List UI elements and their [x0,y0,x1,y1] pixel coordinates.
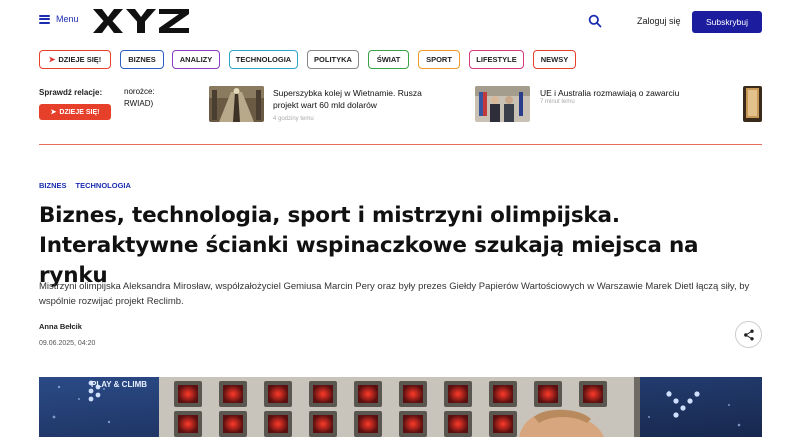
pill-newsy[interactable]: NEWSY [533,50,576,69]
share-icon [743,329,754,340]
pill-sport[interactable]: SPORT [418,50,460,69]
hero-sign-text: PLAY & CLIMB [91,380,147,389]
ticker-cut-line: RWIAD) [124,99,154,108]
breadcrumb-item[interactable]: BIZNES [39,181,67,190]
news-title-line: projekt wart 60 mld dolarów [273,100,377,110]
ticker-cut-item[interactable]: norożce: RWIAD) [124,86,194,110]
news-title[interactable]: UE i Australia rozmawiają o zawarciu [540,87,700,97]
news-time: 7 minut temu [540,99,575,105]
article-hero-image: PLAY & CLIMB [39,377,762,437]
ticker-cut-line: norożce: [124,87,155,96]
pill-analizy[interactable]: ANALIZY [172,50,220,69]
article-title-line: Biznes, technologia, sport i mistrzyni o… [39,203,620,228]
pill-dzieje-sie[interactable]: ➤ DZIEJE SIĘ! [39,50,111,69]
share-button[interactable] [735,321,762,348]
pill-biznes[interactable]: BIZNES [120,50,164,69]
site-header: Menu Zaloguj się Subskrybuj [0,0,800,44]
pill-swiat[interactable]: ŚWIAT [368,50,409,69]
pill-polityka[interactable]: POLITYKA [307,50,359,69]
news-title-line: UE i Australia rozmawiają o zawarciu [540,88,680,97]
news-thumbnail[interactable] [743,86,762,122]
menu-label: Menu [56,14,79,24]
section-divider [39,144,762,145]
arrow-right-icon: ➤ [50,109,57,116]
search-icon[interactable] [588,14,602,28]
site-logo[interactable] [93,9,189,33]
pill-label: DZIEJE SIĘ! [58,55,102,64]
news-time: 4 godziny temu [273,116,314,122]
article-date: 09.06.2025, 04:20 [39,340,96,347]
article-title: Biznes, technologia, sport i mistrzyni o… [39,201,769,291]
news-title[interactable]: Superszybka kolej w Wietnamie. Rusza pro… [273,87,422,111]
relations-button[interactable]: ➤ DZIEJE SIĘ! [39,104,111,120]
menu-button[interactable]: Menu [39,14,79,24]
news-title-line: Superszybka kolej w Wietnamie. Rusza [273,88,422,98]
article-author[interactable]: Anna Bełcik [39,322,82,331]
breadcrumb-item[interactable]: TECHNOLOGIA [76,181,131,190]
relations-button-label: DZIEJE SIĘ! [59,108,100,116]
relations-label: Sprawdź relacje: [39,88,103,97]
news-thumbnail[interactable] [209,86,264,122]
pill-technologia[interactable]: TECHNOLOGIA [229,50,298,69]
subscribe-button[interactable]: Subskrybuj [692,11,762,33]
article-lead: Mistrzyni olimpijska Aleksandra Mirosław… [39,281,750,307]
breadcrumb: BIZNES TECHNOLOGIA [39,181,131,190]
login-link[interactable]: Zaloguj się [637,16,681,26]
hamburger-icon [39,14,50,24]
pill-lifestyle[interactable]: LIFESTYLE [469,50,524,69]
arrow-right-icon: ➤ [48,55,56,64]
news-thumbnail[interactable] [475,86,530,122]
